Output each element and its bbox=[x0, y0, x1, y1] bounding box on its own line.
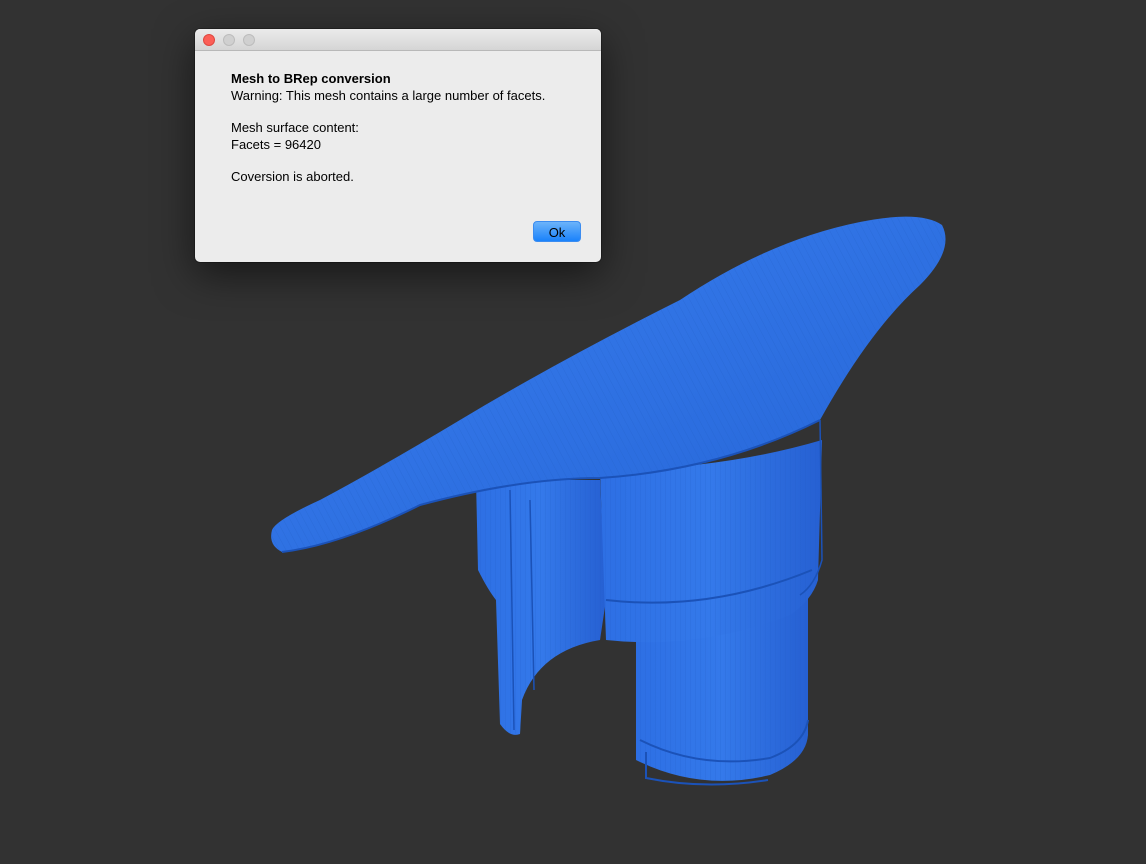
content-heading: Mesh surface content: bbox=[231, 120, 359, 135]
facets-count: Facets = 96420 bbox=[231, 136, 321, 152]
ok-button[interactable]: Ok bbox=[533, 221, 581, 242]
dialog-message: Mesh to BRep conversion Warning: This me… bbox=[231, 71, 581, 186]
conversion-dialog: Mesh to BRep conversion Warning: This me… bbox=[195, 29, 601, 262]
status-text: Coversion is aborted. bbox=[231, 169, 354, 184]
dialog-titlebar[interactable] bbox=[195, 29, 601, 51]
dialog-title: Mesh to BRep conversion bbox=[231, 71, 391, 86]
maximize-window-icon bbox=[243, 34, 255, 46]
mesh-left-wall bbox=[476, 480, 606, 735]
warning-text: Warning: This mesh contains a large numb… bbox=[231, 87, 546, 103]
3d-viewport[interactable]: Mesh to BRep conversion Warning: This me… bbox=[0, 0, 1146, 864]
minimize-window-icon bbox=[223, 34, 235, 46]
close-window-icon[interactable] bbox=[203, 34, 215, 46]
